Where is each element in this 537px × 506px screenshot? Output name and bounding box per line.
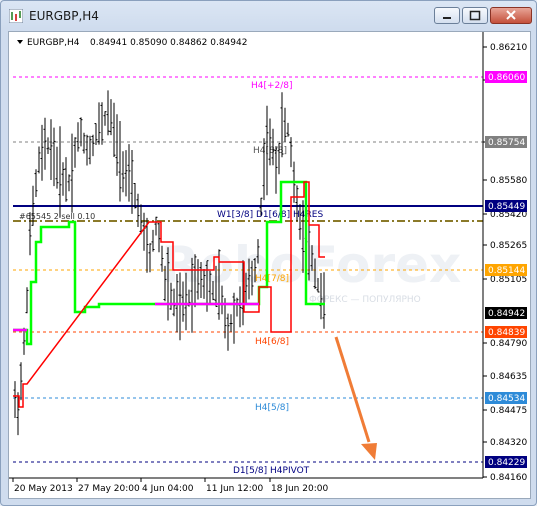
price-scale-label: 0.85105 xyxy=(490,275,527,285)
price-scale: 0.862100.860400.857150.855800.854200.852… xyxy=(483,43,527,483)
chart-window: EURGBP,H4 RoboForex ФОРЕКС — ПОПУЛЯРНО H… xyxy=(0,0,537,506)
label-w1-d1: W1[3/8] D1[6/8] H4RES xyxy=(217,210,323,220)
price-tag: 0.85144 xyxy=(488,266,525,276)
price-scale-label: 0.84635 xyxy=(490,372,527,382)
forecast-arrow-head xyxy=(361,443,377,460)
time-axis-label: 27 May 20:00 xyxy=(78,484,140,494)
chart-app-icon xyxy=(9,9,23,23)
time-axis-label: 20 May 2013 xyxy=(14,484,73,494)
minimize-icon xyxy=(443,17,451,19)
label-h4-58: H4[5/8] xyxy=(255,403,289,413)
label-h4-68: H4[6/8] xyxy=(255,337,289,347)
price-tag: 0.85449 xyxy=(488,202,525,212)
chart-area[interactable]: RoboForex ФОРЕКС — ПОПУЛЯРНО H4[+2/8] H4… xyxy=(8,31,531,499)
price-tag: 0.86060 xyxy=(488,73,525,83)
price-scale-label: 0.84320 xyxy=(490,438,527,448)
price-tag: 0.84229 xyxy=(488,458,525,468)
price-scale-label: 0.84475 xyxy=(490,406,527,416)
label-d1-58: D1[5/8] H4PIVOT xyxy=(233,466,310,476)
time-axis-labels: 20 May 2013 27 May 20:00 4 Jun 04:00 11 Jun… xyxy=(12,478,328,494)
chart-menu-icon[interactable] xyxy=(17,40,23,44)
label-h4-78: H4[7/8] xyxy=(255,274,289,284)
title-bar[interactable]: EURGBP,H4 xyxy=(1,1,536,31)
minimize-button[interactable] xyxy=(434,7,460,24)
price-scale-label: 0.85580 xyxy=(490,176,527,186)
price-scale-label: 0.84790 xyxy=(490,339,527,349)
time-axis-label: 18 Jun 20:00 xyxy=(271,484,328,494)
price-scale-label: 0.86210 xyxy=(490,43,527,53)
watermark-subtext: ФОРЕКС — ПОПУЛЯРНО xyxy=(309,295,421,305)
price-tag: 0.84942 xyxy=(488,309,525,319)
window-title: EURGBP,H4 xyxy=(29,9,99,23)
chart-canvas[interactable]: RoboForex ФОРЕКС — ПОПУЛЯРНО H4[+2/8] H4… xyxy=(9,32,530,498)
close-button[interactable] xyxy=(490,7,532,24)
price-tag: 0.84839 xyxy=(488,328,525,338)
maximize-button[interactable] xyxy=(462,7,488,24)
maximize-icon xyxy=(469,10,481,21)
price-scale-label: 0.84160 xyxy=(490,473,527,483)
close-icon xyxy=(506,10,516,20)
price-tag: 0.84534 xyxy=(488,394,525,404)
forecast-arrow xyxy=(334,336,371,443)
chart-ohlc: 0.84941 0.85090 0.84862 0.84942 xyxy=(90,38,247,48)
time-axis-label: 11 Jun 12:00 xyxy=(206,484,263,494)
price-tag: 0.85754 xyxy=(488,138,525,148)
chart-symbol: EURGBP,H4 xyxy=(27,38,80,48)
time-axis-label: 4 Jun 04:00 xyxy=(142,484,194,494)
price-scale-label: 0.85265 xyxy=(490,241,527,251)
label-h4-plus28: H4[+2/8] xyxy=(251,81,293,91)
